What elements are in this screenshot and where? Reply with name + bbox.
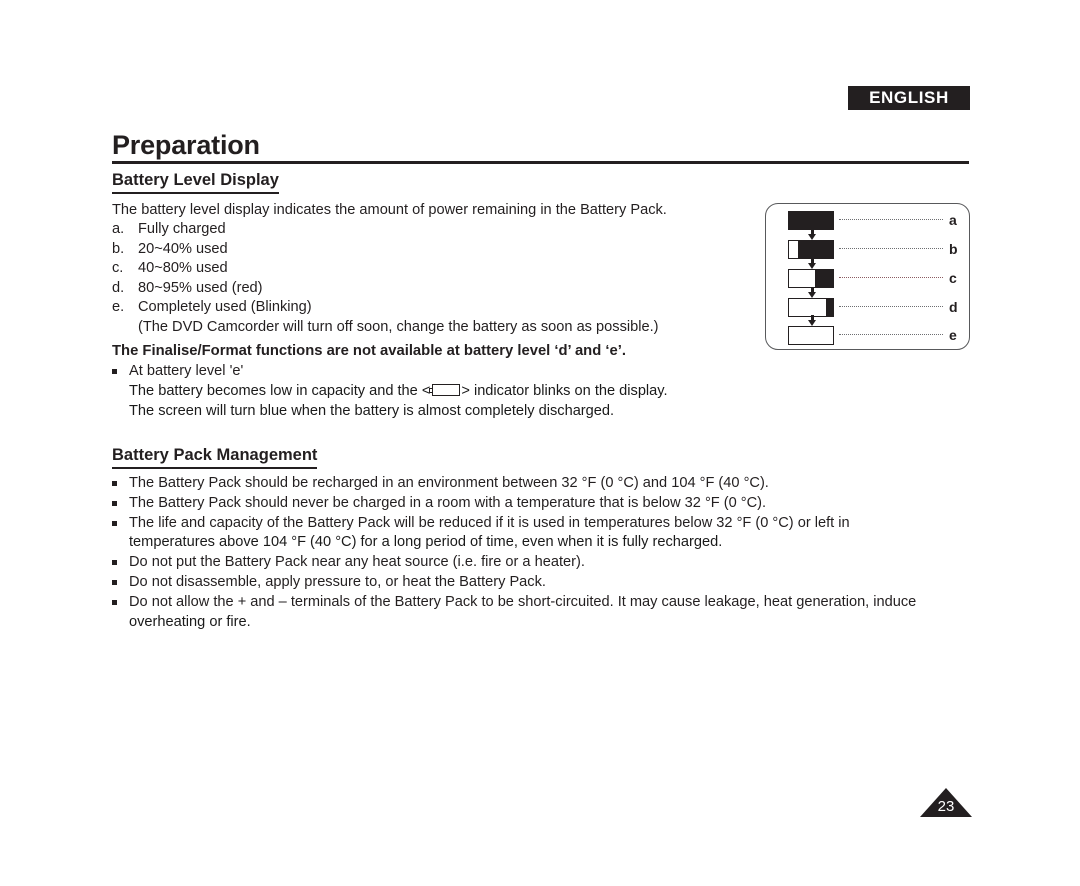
battery-level-intro-text: The battery level display indicates the …	[112, 202, 667, 218]
list-item: b. 20~40% used	[112, 240, 752, 260]
list-item-continuation: temperatures above 104 °F (40 °C) for a …	[129, 534, 723, 551]
square-bullet-icon	[112, 474, 129, 486]
diagram-label-d: d	[949, 299, 958, 315]
battery-fill	[797, 240, 833, 258]
diagram-row-e: e	[788, 325, 963, 345]
battery-fill	[826, 298, 833, 316]
diagram-row-d: d	[788, 297, 963, 317]
list-marker: c.	[112, 260, 124, 276]
list-item: d. 80~95% used (red)	[112, 279, 752, 299]
language-badge: ENGLISH	[848, 86, 970, 110]
finalise-note-list: At battery level 'e' The battery becomes…	[112, 362, 762, 421]
list-item: c. 40~80% used	[112, 259, 752, 279]
finalise-note-text-after-icon: > indicator blinks on the display.	[461, 382, 668, 399]
list-marker: e.	[112, 299, 125, 315]
diagram-row-b: b	[788, 239, 963, 259]
square-bullet-icon	[112, 553, 129, 566]
list-item-label: Fully charged	[138, 221, 226, 237]
list-item-label: Do not disassemble, apply pressure to, o…	[129, 573, 546, 590]
list-marker: b.	[112, 240, 125, 257]
list-item: Do not allow the + and – terminals of th…	[112, 593, 980, 613]
list-item-label: The life and capacity of the Battery Pac…	[129, 514, 850, 531]
square-bullet-icon	[112, 593, 129, 605]
list-item: The Battery Pack should be recharged in …	[112, 474, 980, 494]
diagram-row-a: a	[788, 210, 963, 230]
list-item: The Battery Pack should never be charged…	[112, 494, 980, 514]
diagram-label-c: c	[949, 270, 957, 286]
diagram-row-c: c	[788, 268, 963, 288]
leader-dots	[839, 334, 943, 336]
battery-level-note: (The DVD Camcorder will turn off soon, c…	[138, 318, 659, 335]
battery-management-list: The Battery Pack should be recharged in …	[112, 474, 980, 632]
finalise-format-warning-heading: The Finalise/Format functions are not av…	[112, 343, 626, 359]
list-item: e. Completely used (Blinking)	[112, 298, 752, 318]
battery-fill	[814, 269, 833, 287]
diagram-label-e: e	[949, 327, 957, 343]
list-item: The life and capacity of the Battery Pac…	[112, 514, 980, 534]
battery-icon-empty	[788, 325, 834, 345]
square-bullet-icon	[112, 514, 129, 526]
battery-fill	[789, 211, 833, 229]
list-item-label: Do not allow the + and – terminals of th…	[129, 593, 917, 610]
battery-icon-42	[788, 268, 834, 288]
leader-dots	[839, 248, 943, 250]
list-marker: a.	[112, 221, 125, 237]
list-item-label: Completely used (Blinking)	[138, 299, 312, 315]
list-item-label: The Battery Pack should never be charged…	[129, 494, 767, 511]
page-title: Preparation	[112, 130, 260, 160]
battery-icon-15	[788, 297, 834, 317]
battery-level-list: a. Fully charged b. 20~40% used c. 40~80…	[112, 220, 752, 337]
list-item-label: Do not put the Battery Pack near any hea…	[129, 554, 585, 571]
leader-dots	[839, 277, 943, 279]
finalise-note-line-with-icon: The battery becomes low in capacity and …	[129, 382, 762, 402]
diagram-label-a: a	[949, 212, 957, 228]
list-item-label: At battery level 'e'	[129, 363, 244, 379]
page-number-badge: 23	[920, 788, 972, 817]
finalise-note-line-2: The screen will turn blue when the batte…	[129, 402, 615, 419]
section-heading-battery-level-display: Battery Level Display	[112, 171, 279, 194]
list-item: Do not put the Battery Pack near any hea…	[112, 553, 980, 573]
square-bullet-icon	[112, 494, 129, 506]
list-item: At battery level 'e'	[112, 362, 762, 382]
list-item-continuation: overheating or fire.	[129, 613, 251, 630]
square-bullet-icon	[112, 362, 129, 374]
list-item: Do not disassemble, apply pressure to, o…	[112, 573, 980, 593]
square-bullet-icon	[112, 573, 129, 585]
finalise-note-text-before-icon: The battery becomes low in capacity and …	[129, 382, 431, 399]
list-item-label: 40~80% used	[138, 260, 228, 276]
section-heading-battery-pack-management: Battery Pack Management	[112, 446, 318, 469]
battery-level-indicator-diagram: a b c d e	[765, 203, 970, 350]
page-number: 23	[937, 798, 955, 815]
leader-dots	[839, 219, 943, 221]
list-marker: d.	[112, 279, 125, 296]
list-item: a. Fully charged	[112, 220, 752, 240]
diagram-label-b: b	[949, 241, 958, 257]
list-item-label: The Battery Pack should be recharged in …	[129, 475, 769, 491]
leader-dots	[839, 306, 943, 308]
title-divider	[112, 161, 969, 164]
battery-icon-80	[788, 239, 834, 259]
empty-battery-icon	[429, 383, 461, 396]
battery-icon-full	[788, 210, 834, 230]
list-item-label: 20~40% used	[138, 240, 228, 257]
list-item-label: 80~95% used (red)	[138, 279, 263, 296]
